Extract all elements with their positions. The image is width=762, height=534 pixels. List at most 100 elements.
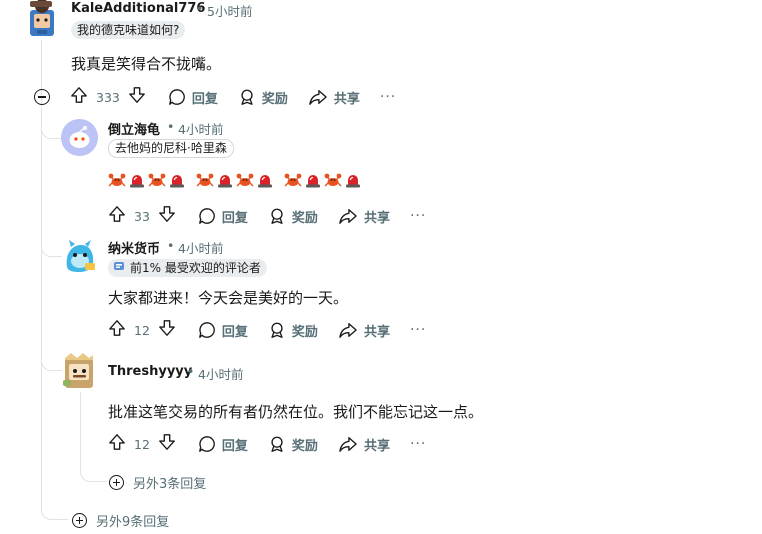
more-options-icon[interactable]: ··· [410, 322, 426, 338]
share-button[interactable]: 共享 [338, 435, 390, 454]
comment-icon [198, 207, 216, 225]
downvote-icon[interactable] [158, 205, 176, 227]
collapse-icon[interactable] [34, 89, 50, 105]
award-button[interactable]: 奖励 [238, 88, 288, 107]
comment-body: 批准这笔交易的所有者仍然在位。我们不能忘记这一点。 [108, 403, 484, 421]
siren-emoji [128, 172, 148, 188]
comment-icon [198, 435, 216, 453]
upvote-icon[interactable] [108, 205, 126, 227]
siren-emoji [168, 172, 188, 188]
separator-dot: • [196, 1, 204, 16]
separator-dot: • [167, 238, 175, 253]
downvote-icon[interactable] [158, 433, 176, 455]
author-name[interactable]: 纳米货币 [108, 238, 160, 257]
downvote-icon[interactable] [158, 319, 176, 341]
comment-icon [198, 321, 216, 339]
comment-icon [168, 88, 186, 106]
reply-label: 回复 [191, 91, 218, 107]
award-label: 奖励 [291, 210, 318, 226]
crab-emoji [236, 172, 256, 188]
avatar[interactable] [24, 0, 58, 38]
reply-button[interactable]: 回复 [168, 88, 218, 107]
avatar[interactable] [61, 237, 98, 274]
author-name[interactable]: Threshyyyy [108, 364, 192, 379]
upvote-icon[interactable] [108, 433, 126, 455]
avatar[interactable] [61, 119, 98, 156]
siren-emoji [256, 172, 276, 188]
share-button[interactable]: 共享 [308, 88, 360, 107]
thread-curve-reply-3 [41, 358, 62, 371]
author-name[interactable]: 倒立海龟 [108, 119, 160, 138]
reply-label: 回复 [221, 438, 248, 454]
share-icon [338, 207, 358, 225]
share-label: 共享 [333, 91, 360, 107]
vote-controls: 333 [70, 86, 146, 108]
award-icon [268, 207, 286, 225]
award-button[interactable]: 奖励 [268, 435, 318, 454]
separator-dot: • [167, 119, 175, 134]
vote-controls: 12 [108, 433, 176, 455]
comment-body: 我真是笑得合不拢嘴。 [71, 55, 222, 73]
award-label: 奖励 [291, 438, 318, 454]
reply-button[interactable]: 回复 [198, 207, 248, 226]
more-replies-top[interactable]: 另外9条回复 [72, 511, 169, 530]
user-flair: 前1% 最受欢迎的评论者 [108, 259, 267, 277]
share-icon [338, 321, 358, 339]
reply-button[interactable]: 回复 [198, 321, 248, 340]
reply-button[interactable]: 回复 [198, 435, 248, 454]
plus-circle-icon [109, 475, 124, 490]
timestamp[interactable]: 4小时前 [178, 238, 223, 257]
thread-curve-nested [80, 469, 107, 482]
timestamp[interactable]: 4小时前 [178, 119, 223, 138]
share-label: 共享 [363, 210, 390, 226]
siren-emoji [216, 172, 236, 188]
comment-body: 大家都进来！今天会是美好的一天。 [108, 289, 349, 307]
award-label: 奖励 [261, 91, 288, 107]
award-icon [238, 88, 256, 106]
share-label: 共享 [363, 324, 390, 340]
thread-line-root [41, 40, 42, 508]
crab-emoji [148, 172, 168, 188]
more-replies-nested[interactable]: 另外3条回复 [109, 473, 206, 492]
vote-count: 12 [134, 436, 150, 452]
comment-actions: 33 回复 奖励 共享 ··· [108, 204, 426, 228]
vote-controls: 12 [108, 319, 176, 341]
crab-emoji [324, 172, 344, 188]
award-label: 奖励 [291, 324, 318, 340]
upvote-icon[interactable] [108, 319, 126, 341]
award-button[interactable]: 奖励 [268, 321, 318, 340]
avatar[interactable] [61, 352, 98, 392]
vote-count: 33 [134, 208, 150, 224]
emoji-body [108, 172, 364, 188]
thread-curve-reply-2 [41, 244, 62, 257]
reply-label: 回复 [221, 210, 248, 226]
timestamp[interactable]: 5小时前 [207, 1, 252, 20]
vote-controls: 33 [108, 205, 176, 227]
more-options-icon[interactable]: ··· [380, 89, 396, 105]
user-flair: 去他妈的尼科·哈里森 [108, 139, 234, 158]
share-button[interactable]: 共享 [338, 321, 390, 340]
comment-actions: 12 回复 奖励 共享 ··· [108, 432, 426, 456]
downvote-icon[interactable] [128, 86, 146, 108]
author-name[interactable]: KaleAdditional776 [71, 1, 205, 16]
flair-text: 前1% 最受欢迎的评论者 [130, 261, 261, 275]
more-replies-label: 另外9条回复 [96, 515, 170, 530]
upvote-icon[interactable] [70, 86, 88, 108]
thread-line-nested [80, 392, 81, 470]
plus-circle-icon [72, 513, 87, 528]
more-replies-label: 另外3条回复 [133, 477, 207, 492]
award-icon [268, 321, 286, 339]
more-options-icon[interactable]: ··· [410, 436, 426, 452]
award-button[interactable]: 奖励 [268, 207, 318, 226]
more-options-icon[interactable]: ··· [410, 208, 426, 224]
comment-actions: 333 回复 奖励 共享 ··· [70, 85, 396, 109]
siren-emoji [304, 172, 324, 188]
share-button[interactable]: 共享 [338, 207, 390, 226]
share-icon [308, 88, 328, 106]
crab-emoji [108, 172, 128, 188]
timestamp[interactable]: 4小时前 [198, 364, 243, 383]
vote-count: 333 [96, 89, 120, 105]
separator-dot: • [187, 364, 195, 379]
share-icon [338, 435, 358, 453]
vote-count: 12 [134, 322, 150, 338]
